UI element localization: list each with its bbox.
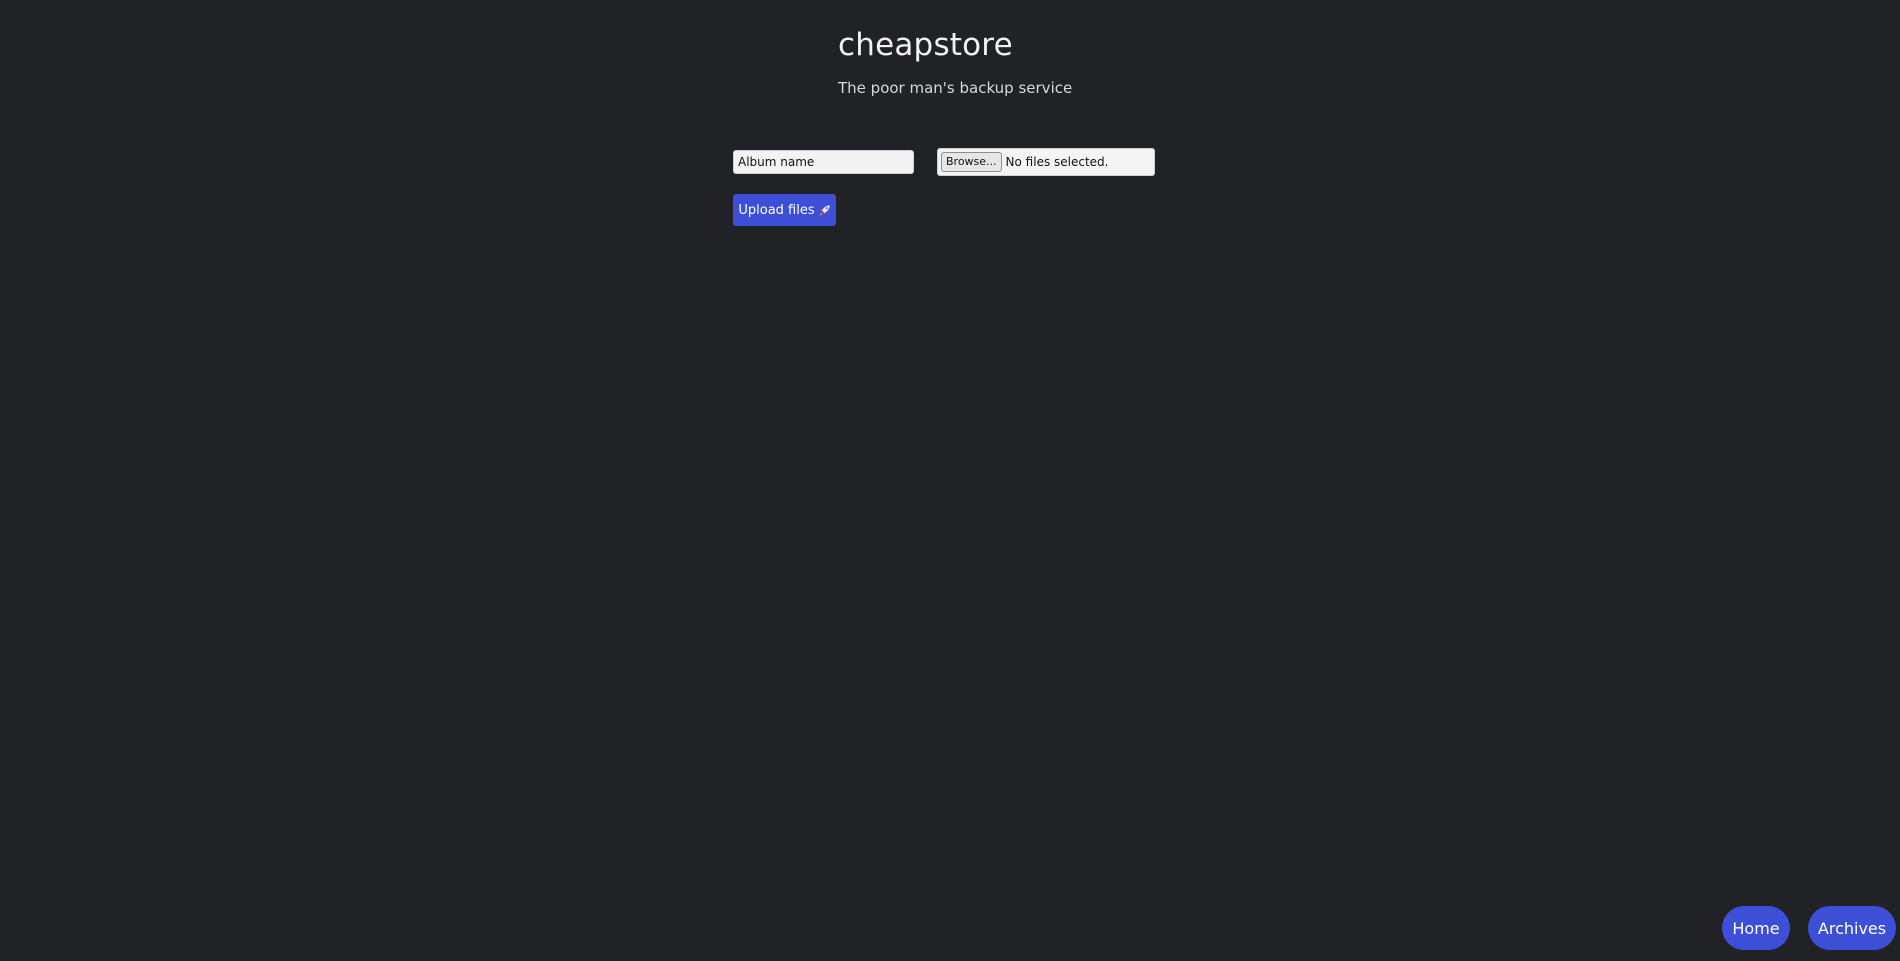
- header: cheapstore The poor man's backup service: [838, 26, 1072, 97]
- page: cheapstore The poor man's backup service…: [0, 0, 1900, 961]
- upload-files-button[interactable]: Upload files: [733, 194, 836, 226]
- page-subtitle: The poor man's backup service: [838, 79, 1073, 97]
- home-button[interactable]: Home: [1722, 906, 1790, 950]
- page-title: cheapstore: [838, 27, 1013, 63]
- upload-button-label: Upload files: [738, 202, 815, 218]
- browse-button[interactable]: Browse...: [941, 152, 1002, 172]
- file-picker[interactable]: Browse... No files selected.: [937, 148, 1155, 176]
- rocket-icon: [818, 204, 831, 217]
- archives-button[interactable]: Archives: [1808, 906, 1896, 950]
- file-status-text: No files selected.: [1005, 155, 1109, 169]
- album-name-input[interactable]: [733, 150, 914, 174]
